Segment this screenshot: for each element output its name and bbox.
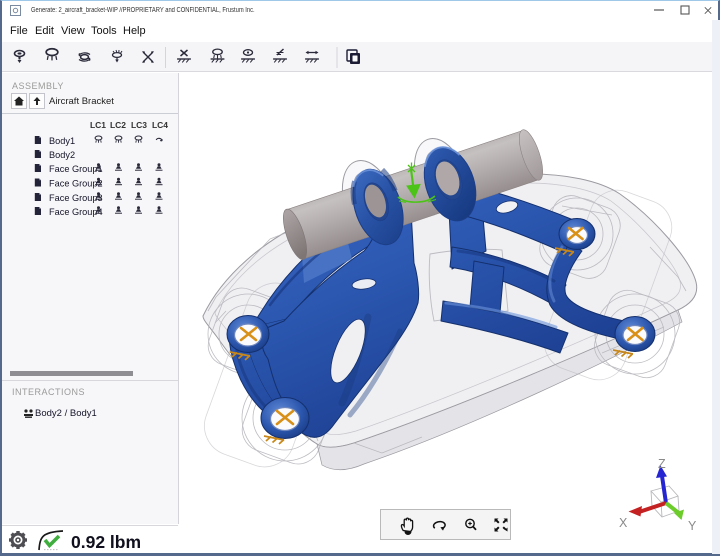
svg-text:Face Group4: Face Group4 [49,207,103,217]
svg-text:Face Group2: Face Group2 [49,179,103,189]
svg-text:Y: Y [688,519,697,533]
svg-text:Z: Z [658,457,666,471]
svg-text:Face Group3: Face Group3 [49,193,103,203]
svg-text:Body1: Body1 [49,136,75,146]
svg-text:X: X [619,516,628,530]
svg-text:Face Group1: Face Group1 [49,164,103,174]
svg-text:Body2: Body2 [49,150,75,160]
